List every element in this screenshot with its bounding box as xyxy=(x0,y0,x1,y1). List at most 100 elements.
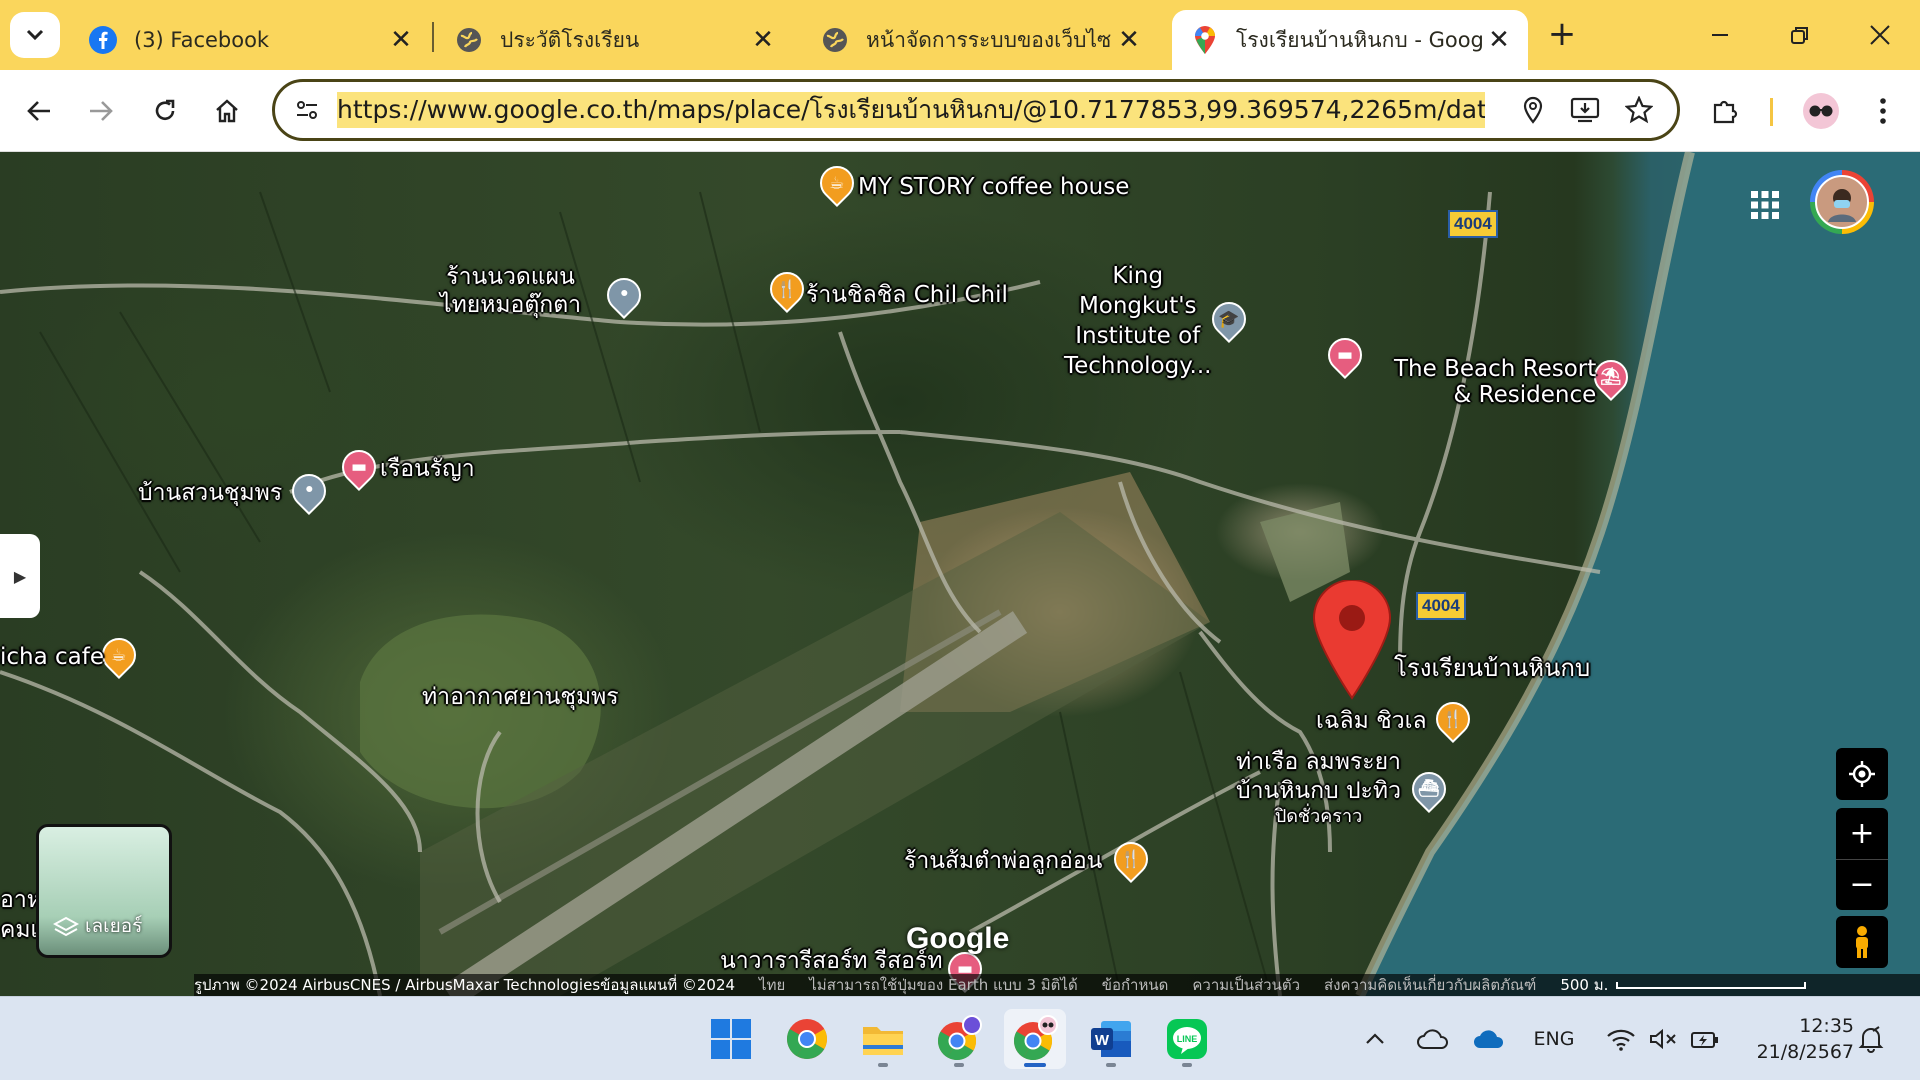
plus-icon: + xyxy=(1849,816,1875,851)
zoom-out-button[interactable]: − xyxy=(1836,860,1888,910)
earth-3d-notice[interactable]: ไม่สามารถใช้ปุ่มของ Earth แบบ 3 มิติได้ xyxy=(809,973,1077,996)
tab-site-admin[interactable]: หน้าจัดการระบบของเว็บไซต์ ✕ xyxy=(802,10,1158,70)
tab-search-button[interactable] xyxy=(10,12,60,58)
layers-button[interactable]: เลเยอร์ xyxy=(36,824,172,958)
onedrive-personal-button[interactable] xyxy=(1414,1019,1450,1059)
road-shield: 4004 xyxy=(1448,210,1498,238)
tab-title: หน้าจัดการระบบของเว็บไซต์ xyxy=(866,27,1112,52)
feedback-link[interactable]: ส่งความคิดเห็นเกี่ยวกับผลิตภัณฑ์ xyxy=(1324,973,1536,996)
google-apps-button[interactable] xyxy=(1740,180,1790,230)
place-label[interactable]: ร้านส้มตำพ่อลูกอ่อน xyxy=(904,848,1102,876)
input-language[interactable]: ENG xyxy=(1524,1019,1584,1059)
place-label[interactable]: ท่าอากาศยานชุมพร xyxy=(422,684,619,712)
google-logo: Google xyxy=(906,922,1010,955)
home-button[interactable] xyxy=(202,86,252,136)
back-button[interactable] xyxy=(14,86,64,136)
taskbar-line[interactable]: LINE xyxy=(1156,1009,1218,1069)
place-label-line: Mongkut's xyxy=(1078,292,1197,319)
place-label[interactable]: ร้านชิลชิล Chil Chil xyxy=(806,282,1008,310)
street-view-pegman-button[interactable] xyxy=(1836,916,1888,968)
install-app-icon[interactable] xyxy=(1567,92,1603,128)
new-tab-button[interactable]: + xyxy=(1540,12,1584,56)
profile-button[interactable] xyxy=(1796,86,1846,136)
taskbar-clock[interactable]: 12:35 21/8/2567 xyxy=(1726,1013,1854,1065)
place-label[interactable]: บ้านสวนชุมพร xyxy=(138,480,282,508)
scale-label[interactable]: 500 ม. xyxy=(1560,973,1608,996)
place-label-line: Institute of xyxy=(1075,322,1201,349)
place-label[interactable]: King Mongkut's Institute of Technology..… xyxy=(1064,262,1212,382)
wifi-button[interactable] xyxy=(1604,1019,1638,1059)
extensions-button[interactable] xyxy=(1700,86,1750,136)
browser-menu-button[interactable] xyxy=(1858,86,1908,136)
restore-icon xyxy=(1791,27,1808,44)
running-indicator xyxy=(1106,1063,1116,1067)
profile-avatar-icon xyxy=(1803,93,1839,129)
satellite-map[interactable]: ☕ 🍴 • 🎓 ▬ ⛱ ▬ • ☕ 🍴 ⛴ 🍴 ▬ 4004 4004 MY S… xyxy=(0,152,1920,996)
close-icon[interactable]: ✕ xyxy=(1482,23,1516,57)
tab-facebook[interactable]: (3) Facebook ✕ xyxy=(70,10,430,70)
bookmark-star-icon[interactable] xyxy=(1621,92,1657,128)
tab-title: (3) Facebook xyxy=(134,28,270,52)
place-label[interactable]: MY STORY coffee house xyxy=(858,174,1129,202)
minimize-button[interactable] xyxy=(1690,8,1750,62)
my-location-button[interactable] xyxy=(1836,748,1888,800)
terms-link[interactable]: ข้อกำหนด xyxy=(1102,973,1169,996)
line-icon: LINE xyxy=(1167,1019,1207,1059)
restore-button[interactable] xyxy=(1770,8,1830,62)
account-avatar[interactable] xyxy=(1810,170,1874,234)
battery-button[interactable] xyxy=(1688,1019,1722,1059)
taskbar-chrome-active[interactable] xyxy=(1004,1009,1066,1069)
scale-bar[interactable] xyxy=(1616,981,1807,989)
close-icon[interactable]: ✕ xyxy=(384,23,418,57)
clock-time: 12:35 xyxy=(1799,1015,1854,1037)
svg-text:W: W xyxy=(1095,1032,1110,1049)
expand-side-panel-button[interactable]: ▶ xyxy=(0,534,40,618)
show-hidden-icons-button[interactable] xyxy=(1360,1019,1390,1059)
forward-button[interactable] xyxy=(76,86,126,136)
selected-place-pin-icon[interactable] xyxy=(1312,579,1392,700)
onedrive-business-button[interactable] xyxy=(1470,1019,1506,1059)
browser-toolbar: https://www.google.co.th/maps/place/โรงเ… xyxy=(0,70,1920,152)
place-label-line: ปิดชั่วคราว xyxy=(1274,805,1363,827)
chevron-up-icon xyxy=(1366,1033,1384,1044)
start-button[interactable] xyxy=(700,1009,762,1069)
place-label[interactable]: โรงเรียนบ้านหินกบ xyxy=(1394,654,1590,683)
reload-button[interactable] xyxy=(140,86,190,136)
url-text[interactable]: https://www.google.co.th/maps/place/โรงเ… xyxy=(337,92,1485,128)
zoom-control: + − xyxy=(1836,808,1888,910)
zoom-in-button[interactable]: + xyxy=(1836,809,1888,860)
taskbar-file-explorer[interactable] xyxy=(852,1009,914,1069)
privacy-link[interactable]: ความเป็นส่วนตัว xyxy=(1192,973,1300,996)
place-label-line: ไทยหมอตุ๊กตา xyxy=(440,291,582,318)
layers-label: เลเยอร์ xyxy=(85,915,143,937)
address-bar[interactable]: https://www.google.co.th/maps/place/โรงเ… xyxy=(272,79,1680,141)
location-pin-icon[interactable] xyxy=(1515,92,1551,128)
site-info-icon[interactable] xyxy=(289,92,325,128)
tab-google-maps[interactable]: โรงเรียนบ้านหินกบ - Google ✕ xyxy=(1172,10,1528,70)
more-vertical-icon xyxy=(1880,98,1886,124)
place-label[interactable]: ร้านนวดแผน ไทยหมอตุ๊กตา xyxy=(440,264,581,319)
place-label[interactable]: icha cafe xyxy=(0,644,104,672)
home-icon xyxy=(216,99,238,123)
language-link[interactable]: ไทย xyxy=(759,973,785,996)
notifications-button[interactable] xyxy=(1854,1019,1888,1059)
taskbar-chrome-profile[interactable] xyxy=(928,1009,990,1069)
reload-icon xyxy=(155,99,175,120)
taskbar-chrome[interactable] xyxy=(776,1009,838,1069)
close-window-button[interactable] xyxy=(1850,8,1910,62)
tab-school-history[interactable]: ประวัติโรงเรียน ✕ xyxy=(436,10,792,70)
running-indicator xyxy=(954,1063,964,1067)
close-icon[interactable]: ✕ xyxy=(1112,23,1146,57)
chrome-icon xyxy=(787,1019,827,1059)
avatar-photo-icon xyxy=(1815,175,1869,229)
place-label[interactable]: เรือนรัญา xyxy=(380,456,475,484)
place-label[interactable]: The Beach Resort & Residence xyxy=(1394,356,1596,409)
volume-button[interactable] xyxy=(1646,1019,1680,1059)
wifi-icon xyxy=(1607,1029,1635,1051)
place-label-line: ท่าเรือ ลมพระยา xyxy=(1236,749,1401,775)
place-label[interactable]: เฉลิม ชิวเล xyxy=(1316,708,1427,736)
close-icon[interactable]: ✕ xyxy=(746,23,780,57)
running-indicator xyxy=(878,1063,888,1067)
taskbar-word[interactable]: W xyxy=(1080,1009,1142,1069)
place-label[interactable]: ท่าเรือ ลมพระยา บ้านหินกบ ปะทิว ปิดชั่วค… xyxy=(1236,748,1401,828)
